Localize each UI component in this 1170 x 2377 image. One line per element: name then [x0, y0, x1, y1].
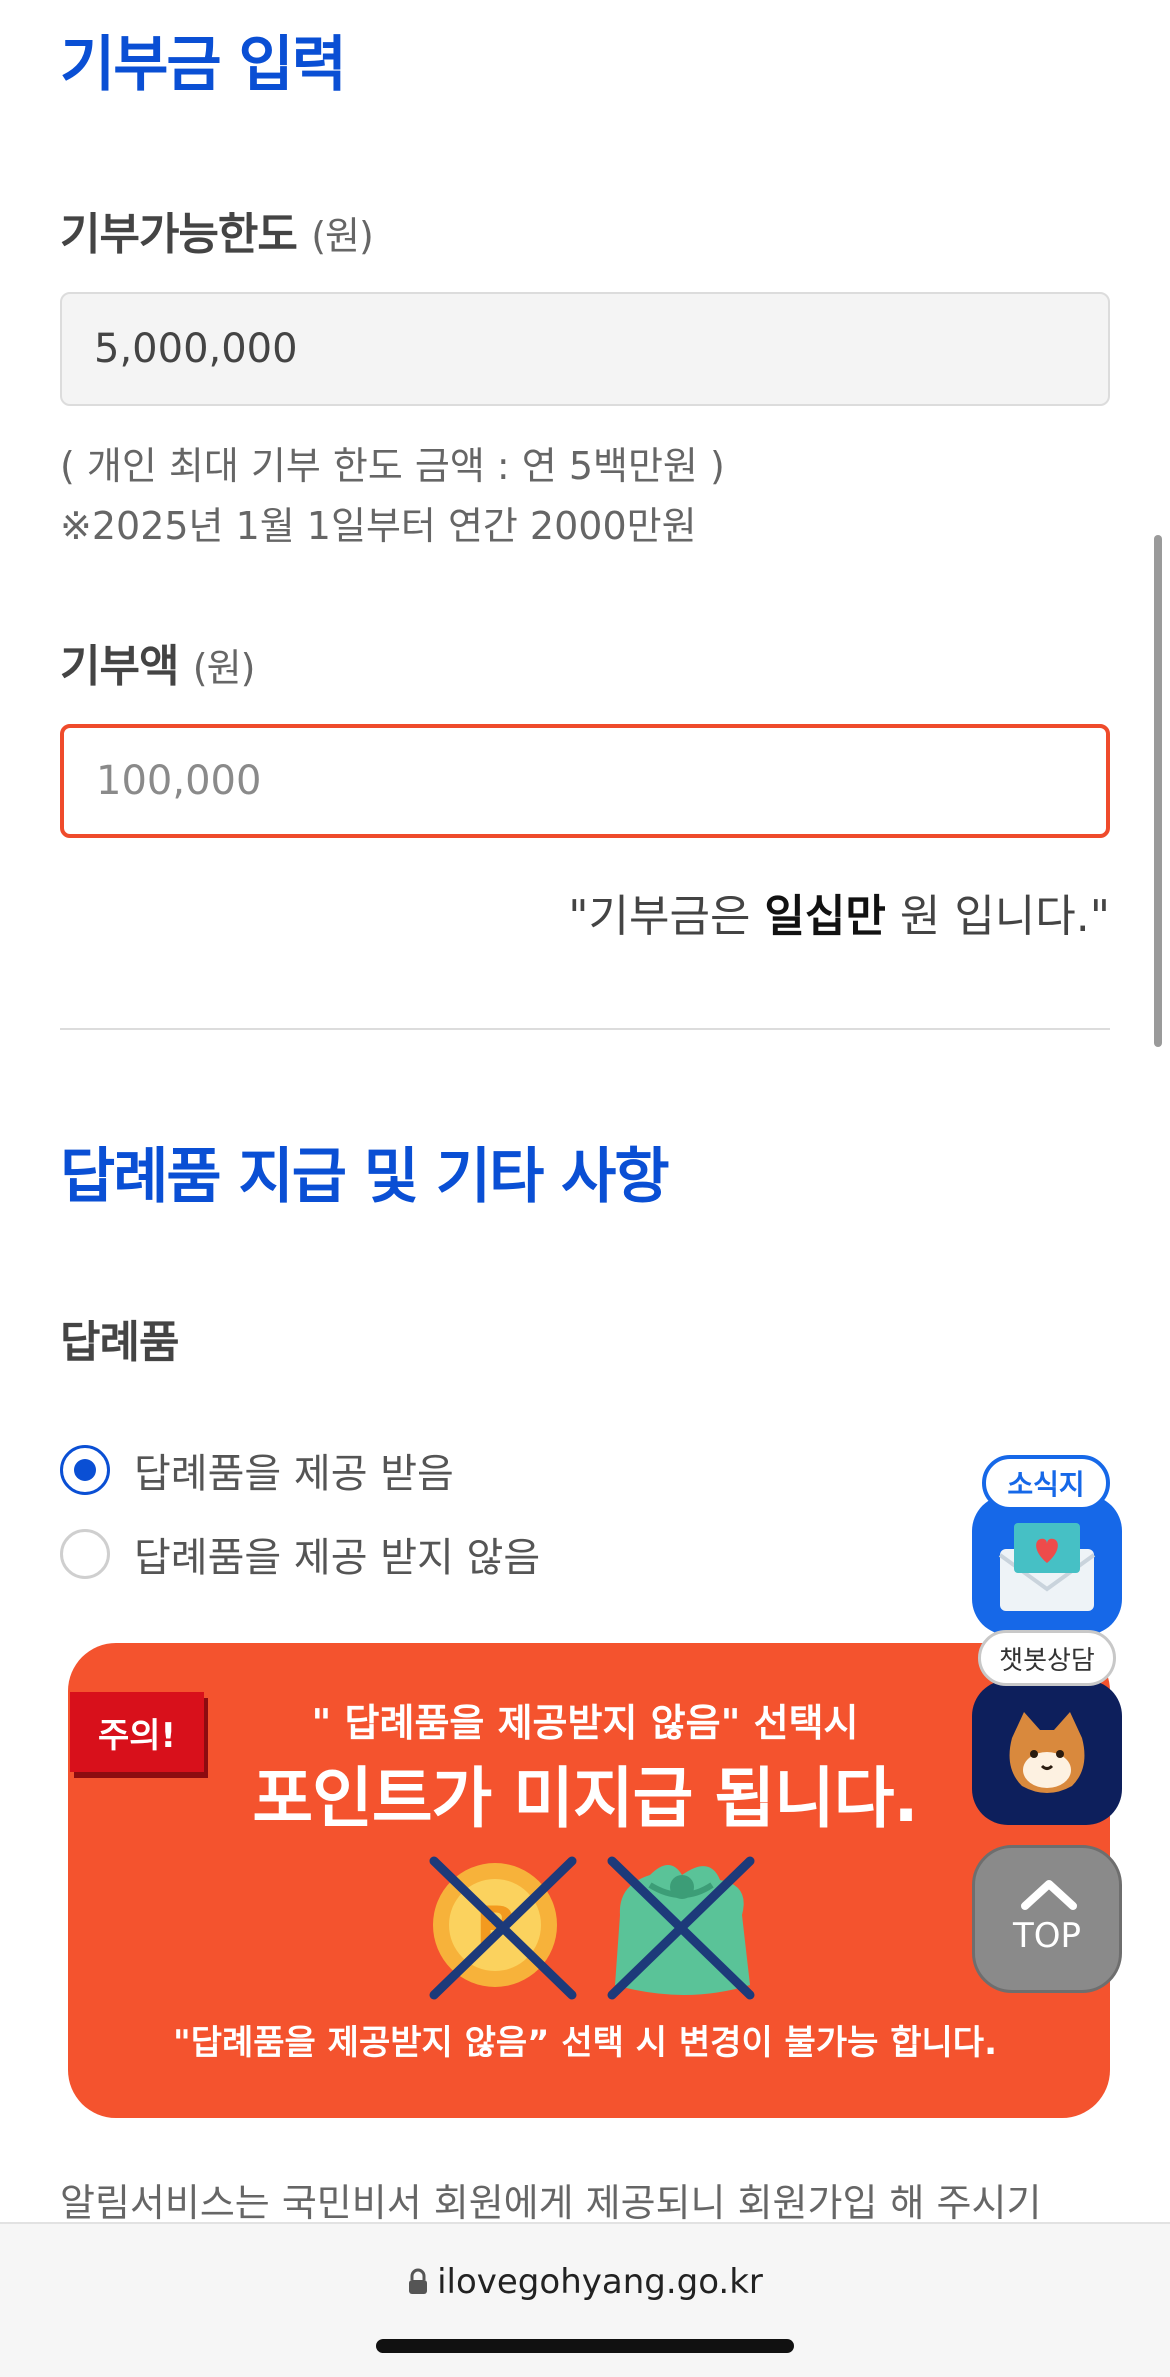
cat-mascot-icon	[1009, 1712, 1085, 1793]
donation-input-title: 기부금 입력	[60, 30, 347, 100]
limit-note-line1: ( 개인 최대 기부 한도 금액 : 연 5백만원 )	[60, 444, 725, 488]
chevron-up-icon	[1021, 1880, 1077, 1910]
notification-service-text: 알림서비스는 국민비서 회원에게 제공되니 회원가입 해 주시기	[60, 2181, 1042, 2225]
gift-option-receive-label: 답례품을 제공 받음	[134, 1451, 454, 1497]
amount-readout-korean: 일십만	[764, 891, 886, 942]
donation-amount-label: 기부액 (원)	[60, 630, 256, 694]
chatbot-float-button[interactable]: 챗봇상담	[972, 1630, 1122, 1825]
gift-label: 답례품	[60, 1317, 179, 1368]
chatbot-label: 챗봇상담	[978, 1630, 1116, 1686]
donation-limit-label-text: 기부가능한도	[60, 209, 298, 260]
lock-icon	[409, 2268, 428, 2294]
gift-option-receive[interactable]: 답례품을 제공 받음	[60, 1441, 454, 1499]
gift-option-decline-label: 답례품을 제공 받지 않음	[134, 1535, 541, 1581]
limit-note-line2: ※2025년 1월 1일부터 연간 2000만원	[60, 504, 697, 548]
home-indicator[interactable]	[376, 2339, 794, 2353]
gift-section-title: 답례품 지급 및 기타 사항	[60, 1142, 670, 1212]
donation-limit-note: ( 개인 최대 기부 한도 금액 : 연 5백만원 ) ※2025년 1월 1일…	[60, 436, 725, 556]
section-divider	[60, 1028, 1110, 1030]
top-label: TOP	[1012, 1916, 1082, 1956]
donation-limit-field: 5,000,000	[60, 292, 1110, 406]
gift-option-decline[interactable]: 답례품을 제공 받지 않음	[60, 1525, 540, 1583]
url-text: ilovegohyang.go.kr	[437, 2262, 763, 2302]
donation-amount-label-text: 기부액	[60, 641, 179, 692]
banner-line3: "답례품을 제공받지 않음” 선택 시 변경이 불가능 합니다.	[173, 2023, 997, 2063]
radio-unselected-icon[interactable]	[60, 1529, 110, 1579]
amount-readout-post: 원 입니다."	[885, 891, 1110, 942]
donation-limit-unit: (원)	[311, 214, 374, 258]
radio-selected-icon[interactable]	[60, 1445, 110, 1495]
donation-limit-label: 기부가능한도 (원)	[60, 198, 374, 262]
donation-amount-unit: (원)	[192, 646, 256, 690]
scroll-top-button[interactable]: TOP	[972, 1845, 1122, 1993]
no-points-no-gift-illustration: P	[429, 1856, 755, 2000]
page-scrollbar[interactable]	[1154, 535, 1162, 1047]
donation-amount-readout: "기부금은 일십만 원 입니다."	[568, 880, 1110, 944]
address-bar[interactable]: ilovegohyang.go.kr	[0, 2262, 1170, 2302]
donation-amount-input[interactable]: 100,000	[60, 724, 1110, 838]
newsletter-label: 소식지	[982, 1455, 1110, 1511]
amount-readout-pre: "기부금은	[568, 891, 765, 942]
newsletter-float-button[interactable]: 소식지	[972, 1455, 1122, 1635]
mail-heart-icon	[998, 1523, 1096, 1611]
